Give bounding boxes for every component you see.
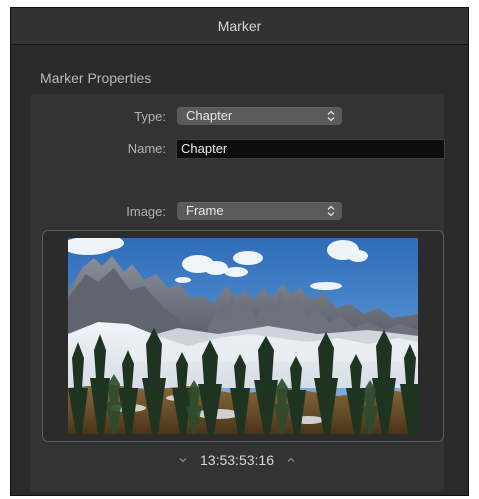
timecode-value[interactable]: 13:53:53:16 (200, 452, 274, 468)
chevron-up-down-icon (326, 107, 336, 125)
chevron-down-icon[interactable] (176, 453, 190, 467)
marker-properties-panel: Type: Chapter Name: Chapter Image: Frame (30, 94, 445, 492)
timecode-row: 13:53:53:16 (30, 451, 444, 469)
name-label: Name: (127, 141, 166, 156)
image-well[interactable] (42, 230, 444, 442)
window-title: Marker (217, 18, 262, 34)
type-popup-value: Chapter (186, 108, 233, 123)
type-popup[interactable]: Chapter (177, 107, 342, 125)
type-label: Type: (134, 109, 166, 124)
chevron-up-icon[interactable] (284, 453, 298, 467)
image-label: Image: (126, 204, 166, 219)
window-titlebar: Marker (11, 8, 468, 45)
mountain-landscape-image (68, 238, 418, 434)
image-popup-value: Frame (186, 203, 224, 218)
chevron-up-down-icon (326, 202, 336, 220)
section-title: Marker Properties (40, 70, 152, 86)
image-popup[interactable]: Frame (177, 202, 342, 220)
marker-window: Marker Marker Properties Type: Chapter N… (10, 7, 469, 496)
frame-thumbnail (68, 238, 418, 434)
name-field[interactable]: Chapter (176, 139, 445, 159)
